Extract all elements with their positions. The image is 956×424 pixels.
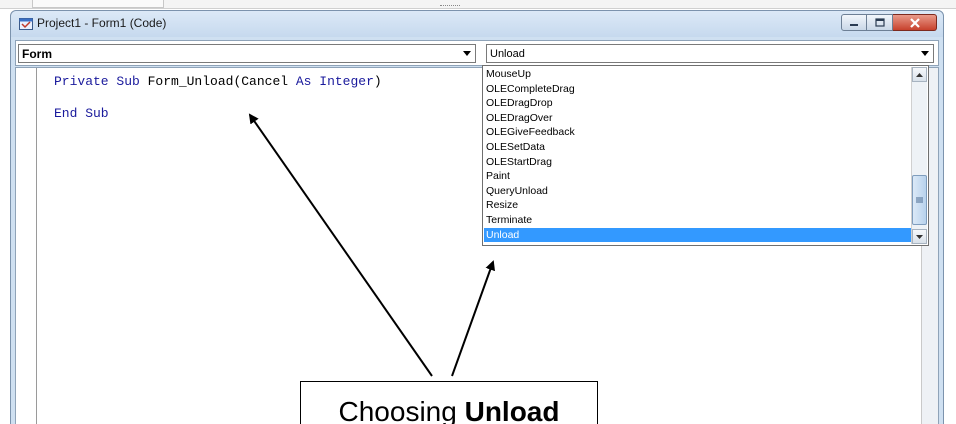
code-line[interactable]: Private Sub Form_Unload(Cancel As Intege… [54, 74, 382, 89]
dropdown-scrollbar[interactable] [911, 67, 927, 244]
list-item[interactable]: MouseUp [484, 67, 912, 82]
object-combobox[interactable]: Form [18, 44, 476, 63]
close-button[interactable] [893, 14, 937, 31]
minimize-button[interactable] [841, 14, 867, 31]
chevron-down-icon[interactable] [917, 46, 932, 61]
list-item[interactable]: OLEDragDrop [484, 96, 912, 111]
combo-toolbar: Form Unload [15, 40, 939, 66]
keyword: End Sub [54, 106, 109, 121]
keyword: Private Sub [54, 74, 148, 89]
chevron-up-icon [916, 72, 923, 77]
list-item[interactable]: OLECompleteDrag [484, 82, 912, 97]
callout-prefix: Choosing [338, 396, 465, 424]
object-combobox-value: Form [22, 47, 52, 61]
annotation-callout: Choosing Unload [300, 381, 598, 424]
list-item[interactable]: OLESetData [484, 140, 912, 155]
procedure-combobox[interactable]: Unload [486, 44, 934, 63]
code-line[interactable]: End Sub [54, 106, 109, 121]
caption-buttons [841, 14, 937, 32]
code-text: Form_Unload(Cancel [147, 74, 296, 89]
scroll-down-button[interactable] [912, 229, 927, 244]
chevron-down-icon [916, 234, 923, 239]
editor-margin[interactable] [16, 68, 37, 424]
close-icon [909, 17, 920, 28]
list-item[interactable]: OLEStartDrag [484, 155, 912, 170]
chevron-down-icon[interactable] [459, 46, 474, 61]
scroll-up-button[interactable] [912, 67, 927, 82]
vb-app-icon [19, 17, 33, 30]
list-item-selected[interactable]: Unload [484, 227, 912, 243]
maximize-icon [874, 18, 885, 27]
callout-text: Choosing Unload [301, 396, 597, 424]
list-item[interactable]: Resize [484, 198, 912, 213]
grip-icon [916, 197, 923, 203]
background-element [32, 0, 164, 8]
screenshot-stage: Project1 - Form1 (Code) Form Unload Priv… [0, 0, 956, 424]
background-window-strip [0, 0, 956, 9]
list-item[interactable]: QueryUnload [484, 184, 912, 199]
window-title: Project1 - Form1 (Code) [37, 16, 167, 30]
background-element [440, 0, 460, 6]
list-item[interactable]: Terminate [484, 213, 912, 228]
list-item[interactable]: OLEGiveFeedback [484, 125, 912, 140]
procedure-dropdown-list[interactable]: MouseUp OLECompleteDrag OLEDragDrop OLED… [482, 65, 929, 246]
list-item[interactable]: Paint [484, 169, 912, 184]
keyword: As Integer [295, 74, 374, 89]
minimize-icon [850, 23, 858, 26]
list-item[interactable]: OLEDragOver [484, 111, 912, 126]
code-text: ) [373, 74, 382, 89]
title-bar[interactable]: Project1 - Form1 (Code) [11, 11, 943, 37]
maximize-button[interactable] [867, 14, 893, 31]
scrollbar-thumb[interactable] [912, 175, 927, 225]
callout-bold: Unload [464, 396, 560, 424]
procedure-combobox-value: Unload [490, 48, 525, 60]
